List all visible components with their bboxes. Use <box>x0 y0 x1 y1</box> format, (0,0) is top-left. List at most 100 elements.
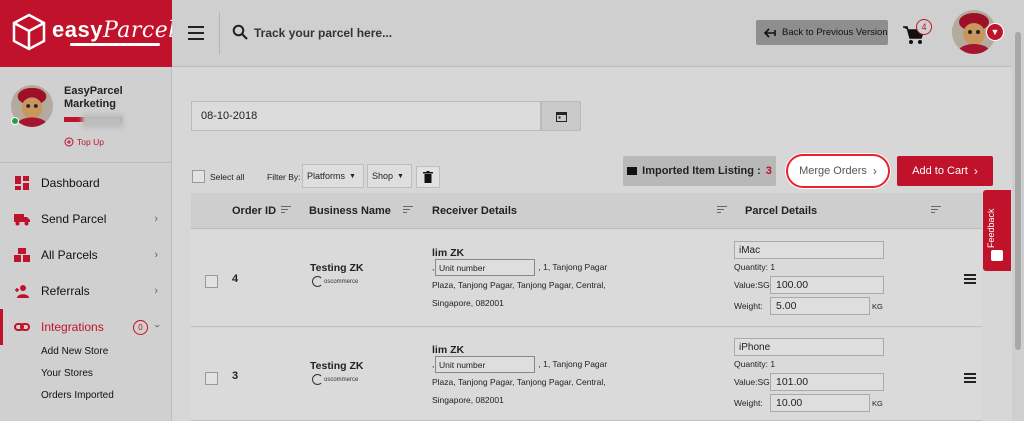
sort-icon[interactable] <box>931 206 941 214</box>
logo-swoosh <box>70 43 160 46</box>
merge-orders-button[interactable]: Merge Orders › <box>786 154 890 188</box>
table-row: 4 Testing ZK oscommerce lim ZK ,, 1, Tan… <box>191 230 982 327</box>
online-status-dot <box>11 117 19 125</box>
row-menu-icon[interactable] <box>964 373 976 383</box>
chevron-right-icon: › <box>154 249 158 261</box>
parcel-weight-input[interactable]: 5.00 <box>770 297 870 315</box>
row-checkbox[interactable] <box>205 275 218 288</box>
order-id: 4 <box>232 273 239 285</box>
sidebar-subitem-orders-imported[interactable]: Orders Imported <box>41 390 114 401</box>
referrals-icon <box>15 285 29 298</box>
imported-count: 3 <box>765 165 772 177</box>
table-row: 3 Testing ZK oscommerce lim ZK ,, 1, Tan… <box>191 328 982 421</box>
scrollbar-thumb[interactable] <box>1015 32 1021 350</box>
column-parcel-details: Parcel Details <box>745 205 818 217</box>
sidebar-item-referrals[interactable]: Referrals › <box>0 273 172 309</box>
top-bar: Back to Previous Version 4 ▼ <box>172 0 1012 67</box>
sidebar-subitem-your-stores[interactable]: Your Stores <box>41 368 93 379</box>
parcel-value-input[interactable]: 100.00 <box>770 276 884 294</box>
column-business-name: Business Name <box>309 205 391 217</box>
shop-dropdown[interactable]: Shop ▼ <box>367 164 412 188</box>
sidebar-item-send-parcel[interactable]: Send Parcel › <box>0 201 172 237</box>
feedback-label: Feedback <box>986 208 996 248</box>
add-to-cart-button[interactable]: Add to Cart › <box>897 156 993 186</box>
oscommerce-icon <box>312 276 323 287</box>
select-all-label: Select all <box>210 172 245 182</box>
profile-panel: EasyParcel Marketing Top Up <box>0 67 172 163</box>
business-name: Testing ZK <box>310 360 364 372</box>
feedback-tab[interactable]: Feedback <box>983 190 1011 271</box>
sidebar-item-all-parcels[interactable]: All Parcels › <box>0 237 172 273</box>
top-up-link[interactable]: Top Up <box>64 137 104 147</box>
parcel-quantity: Quantity: 1 <box>734 359 776 369</box>
search-input[interactable] <box>254 24 554 42</box>
row-menu-icon[interactable] <box>964 274 976 284</box>
date-input[interactable]: 08-10-2018 <box>191 101 541 131</box>
sort-icon[interactable] <box>717 206 727 214</box>
caret-down-icon: ▼ <box>397 172 404 180</box>
logo-text: easyParcel <box>52 17 176 43</box>
calendar-icon <box>555 111 567 122</box>
chevron-down-icon: › <box>151 324 164 328</box>
chevron-right-icon: › <box>154 285 158 297</box>
parcel-item-name[interactable]: iPhone <box>734 338 884 356</box>
cube-logo-icon <box>12 13 46 51</box>
weight-label: Weight: <box>734 301 763 311</box>
back-arrow-icon <box>764 27 776 38</box>
search-icon <box>232 24 248 40</box>
delete-button[interactable] <box>416 166 440 188</box>
sidebar-subitem-add-new-store[interactable]: Add New Store <box>41 346 108 357</box>
weight-unit: KG <box>872 399 883 408</box>
sidebar-item-dashboard[interactable]: Dashboard <box>0 165 172 201</box>
chevron-right-icon: › <box>872 164 877 178</box>
link-icon <box>14 323 30 331</box>
trash-icon <box>423 171 433 183</box>
imported-item-listing[interactable]: Imported Item Listing : 3 <box>623 156 776 186</box>
calendar-button[interactable] <box>541 101 581 131</box>
order-id: 3 <box>232 370 239 382</box>
platforms-dropdown[interactable]: Platforms ▼ <box>302 164 364 188</box>
cart-count-badge: 4 <box>916 19 932 35</box>
truck-icon <box>14 214 30 226</box>
plus-circle-icon <box>64 137 74 147</box>
parcel-weight-input[interactable]: 10.00 <box>770 394 870 412</box>
column-receiver-details: Receiver Details <box>432 205 517 217</box>
hamburger-menu-icon[interactable] <box>188 26 204 40</box>
caret-down-icon: ▼ <box>349 172 356 180</box>
weight-unit: KG <box>872 302 883 311</box>
back-to-previous-version-button[interactable]: Back to Previous Version <box>756 20 888 45</box>
parcel-item-name[interactable]: iMac <box>734 241 884 259</box>
select-all-checkbox[interactable] <box>192 170 205 183</box>
row-checkbox[interactable] <box>205 372 218 385</box>
chevron-right-icon: › <box>154 213 158 225</box>
blurred-balance <box>82 114 124 128</box>
parcels-icon <box>14 248 30 262</box>
filter-by-label: Filter By: <box>267 172 301 182</box>
business-name: Testing ZK <box>310 262 364 274</box>
profile-name: EasyParcel Marketing <box>64 85 123 110</box>
unit-number-input[interactable] <box>435 259 535 276</box>
brand-logo[interactable]: easyParcel <box>0 0 175 67</box>
platform-logo: oscommerce <box>312 276 358 287</box>
parcel-quantity: Quantity: 1 <box>734 262 776 272</box>
main-content: 08-10-2018 Select all Filter By: Platfor… <box>172 67 1012 421</box>
platform-logo: oscommerce <box>312 374 358 385</box>
weight-label: Weight: <box>734 398 763 408</box>
sidebar: EasyParcel Marketing Top Up Dashboard Se… <box>0 67 172 421</box>
scrollbar[interactable] <box>1012 0 1024 421</box>
sort-icon[interactable] <box>403 206 413 214</box>
divider <box>219 12 220 54</box>
feedback-icon <box>991 250 1003 261</box>
column-order-id: Order ID <box>232 205 277 217</box>
sort-icon[interactable] <box>281 206 291 214</box>
parcel-value-input[interactable]: 101.00 <box>770 373 884 391</box>
oscommerce-icon <box>312 374 323 385</box>
sidebar-item-integrations[interactable]: Integrations 0 › <box>0 309 172 345</box>
chevron-down-icon[interactable]: ▼ <box>986 23 1004 41</box>
table-header: Order ID Business Name Receiver Details … <box>191 193 982 229</box>
chevron-right-icon: › <box>973 164 978 178</box>
back-button-label: Back to Previous Version <box>782 27 888 38</box>
integrations-badge: 0 <box>133 320 148 335</box>
unit-number-input[interactable] <box>435 356 535 373</box>
list-icon <box>627 167 638 175</box>
